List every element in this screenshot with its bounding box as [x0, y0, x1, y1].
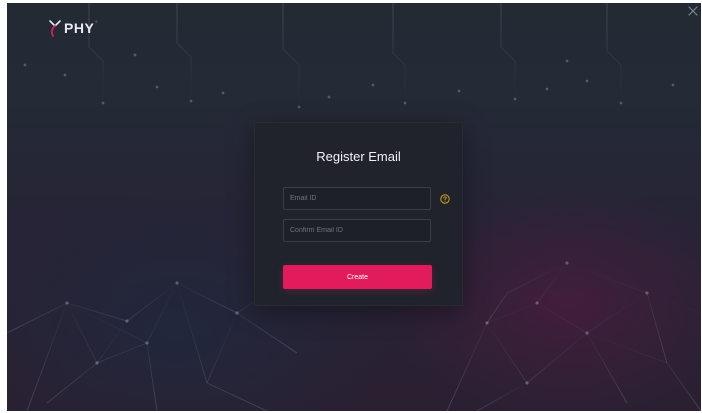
logo-icon: [49, 20, 61, 37]
email-input[interactable]: [283, 187, 431, 210]
dialog-title: Register Email: [316, 149, 401, 164]
logo-text: PHY: [64, 20, 95, 36]
app-window: PHY ° Register Email Create: [7, 3, 701, 411]
circuit-dots: [23, 53, 675, 109]
logo-mark: °: [95, 21, 98, 27]
circuit-lines: [24, 3, 692, 107]
confirm-email-input[interactable]: [283, 219, 431, 242]
help-circle-icon[interactable]: [440, 194, 450, 204]
app-logo: PHY °: [47, 17, 98, 39]
close-icon[interactable]: [685, 3, 701, 19]
register-email-dialog: Register Email Create: [254, 122, 463, 306]
create-button[interactable]: Create: [283, 265, 432, 289]
